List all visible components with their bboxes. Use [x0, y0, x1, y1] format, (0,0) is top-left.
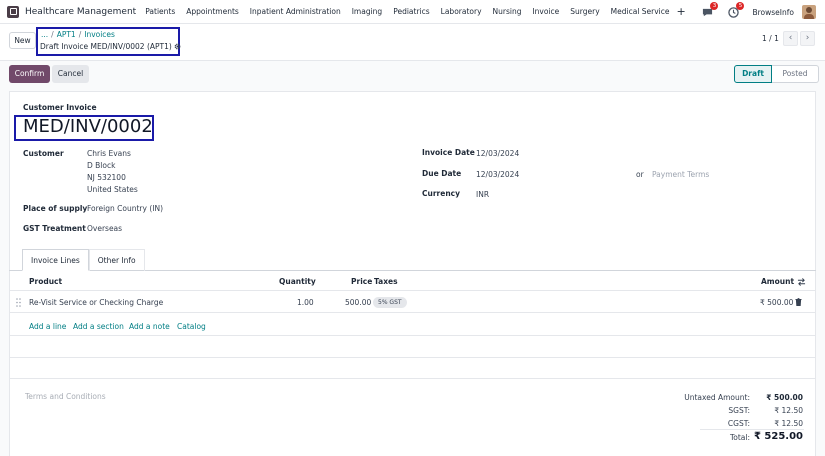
col-amount[interactable]: Amount — [761, 277, 794, 286]
tab-other-info[interactable]: Other Info — [88, 249, 145, 271]
line-product[interactable]: Re-Visit Service or Checking Charge — [29, 298, 163, 307]
add-line-link[interactable]: Add a line — [29, 322, 66, 331]
total-label: Total: — [729, 433, 750, 442]
nav-more-button[interactable]: + — [677, 5, 686, 18]
column-toggle-icon[interactable] — [797, 278, 806, 286]
nav-surgery[interactable]: Surgery — [570, 7, 599, 16]
row-divider — [9, 312, 816, 313]
breadcrumb: ... / APT1/Invoices — [41, 30, 115, 39]
status-posted[interactable]: Posted — [772, 65, 819, 83]
nav-nursing[interactable]: Nursing — [493, 7, 522, 16]
line-price[interactable]: 500.00 — [345, 298, 371, 307]
due-date-field[interactable]: 12/03/2024 — [476, 170, 519, 179]
invoice-type-label: Customer Invoice — [23, 103, 97, 112]
breadcrumb-invoices[interactable]: Invoices — [84, 30, 115, 39]
status-bar: Draft Posted — [734, 65, 819, 83]
row-divider — [9, 335, 816, 336]
add-note-link[interactable]: Add a note — [129, 322, 170, 331]
total-divider — [700, 429, 804, 430]
col-taxes[interactable]: Taxes — [374, 277, 398, 286]
col-price[interactable]: Price — [351, 277, 372, 286]
nav-patients[interactable]: Patients — [145, 7, 175, 16]
top-navbar: Healthcare Management Patients Appointme… — [0, 0, 825, 24]
untaxed-amount-value: ₹ 500.00 — [766, 393, 803, 402]
gst-treatment-field[interactable]: Overseas — [87, 224, 122, 233]
nav-pediatrics[interactable]: Pediatrics — [393, 7, 429, 16]
notebook-tabs: Invoice Lines Other Info — [22, 249, 145, 271]
chat-button[interactable]: 3 — [700, 2, 719, 19]
nav-laboratory[interactable]: Laboratory — [441, 7, 482, 16]
customer-address-line: D Block — [87, 161, 116, 170]
trash-icon[interactable] — [795, 298, 802, 306]
app-grid-icon[interactable] — [7, 5, 19, 18]
pager-value[interactable]: 1 / 1 — [762, 34, 779, 43]
customer-address-line: United States — [87, 185, 138, 194]
confirm-button[interactable]: Confirm — [9, 65, 50, 83]
col-quantity[interactable]: Quantity — [279, 277, 316, 286]
cancel-button[interactable]: Cancel — [52, 65, 89, 83]
nav-inpatient-administration[interactable]: Inpatient Administration — [250, 7, 341, 16]
breadcrumb-sep: / — [51, 30, 54, 39]
total-value: ₹ 525.00 — [753, 431, 803, 442]
row-divider — [9, 357, 816, 358]
messages-badge: 3 — [710, 2, 719, 10]
breadcrumb-ellipsis[interactable]: ... — [41, 30, 48, 39]
or-label: or — [636, 170, 644, 179]
drag-handle-icon[interactable] — [16, 298, 21, 307]
line-quantity[interactable]: 1.00 — [297, 298, 314, 307]
company-switcher[interactable]: BrowseInfo — [752, 8, 794, 17]
customer-label: Customer — [23, 149, 64, 158]
nav-appointments[interactable]: Appointments — [186, 7, 239, 16]
due-date-label: Due Date — [422, 169, 462, 178]
place-of-supply-field[interactable]: Foreign Country (IN) — [87, 204, 163, 213]
line-tax-tag[interactable]: 5% GST — [373, 297, 407, 308]
invoice-date-field[interactable]: 12/03/2024 — [476, 149, 519, 158]
customer-name[interactable]: Chris Evans — [87, 149, 131, 158]
currency-label: Currency — [422, 189, 461, 198]
section-divider — [9, 378, 816, 379]
status-draft[interactable]: Draft — [734, 65, 772, 83]
pager-prev-button[interactable]: ‹ — [783, 31, 798, 46]
pager-next-button[interactable]: › — [800, 31, 815, 46]
gst-treatment-label: GST Treatment — [23, 224, 86, 233]
invoice-name: MED/INV/0002 — [23, 116, 153, 137]
currency-field[interactable]: INR — [476, 190, 489, 199]
line-amount: ₹ 500.00 — [760, 298, 794, 307]
app-title[interactable]: Healthcare Management — [25, 7, 136, 17]
nav-invoice[interactable]: Invoice — [532, 7, 559, 16]
activity-badge: 5 — [736, 2, 745, 10]
breadcrumb-apt1[interactable]: APT1 — [57, 30, 76, 39]
sgst-value: ₹ 12.50 — [774, 406, 803, 415]
sgst-label: SGST: — [728, 406, 750, 415]
untaxed-amount-label: Untaxed Amount: — [684, 393, 750, 402]
new-button[interactable]: New — [9, 32, 36, 49]
gear-icon[interactable] — [174, 43, 181, 50]
breadcrumb-sep: / — [78, 30, 82, 39]
cgst-value: ₹ 12.50 — [774, 419, 803, 428]
header-divider — [9, 290, 816, 291]
col-product[interactable]: Product — [29, 277, 62, 286]
invoice-date-label: Invoice Date — [422, 148, 475, 157]
place-of-supply-label: Place of supply — [23, 204, 88, 213]
payment-terms-field[interactable]: Payment Terms — [652, 170, 709, 179]
record-title: Draft Invoice MED/INV/0002 (APT1) — [40, 42, 181, 51]
record-title-text: Draft Invoice MED/INV/0002 (APT1) — [40, 42, 172, 51]
activity-button[interactable]: 5 — [726, 2, 745, 19]
tab-invoice-lines[interactable]: Invoice Lines — [22, 249, 89, 271]
terms-conditions-field[interactable]: Terms and Conditions — [25, 392, 106, 401]
catalog-link[interactable]: Catalog — [177, 322, 206, 331]
cgst-label: CGST: — [727, 419, 750, 428]
topbar-systray: 3 5 BrowseInfo — [700, 0, 825, 24]
nav-imaging[interactable]: Imaging — [352, 7, 382, 16]
nav-medical-service[interactable]: Medical Service — [611, 7, 670, 16]
user-avatar[interactable] — [802, 5, 816, 19]
customer-address-line: NJ 532100 — [87, 173, 126, 182]
add-section-link[interactable]: Add a section — [73, 322, 124, 331]
